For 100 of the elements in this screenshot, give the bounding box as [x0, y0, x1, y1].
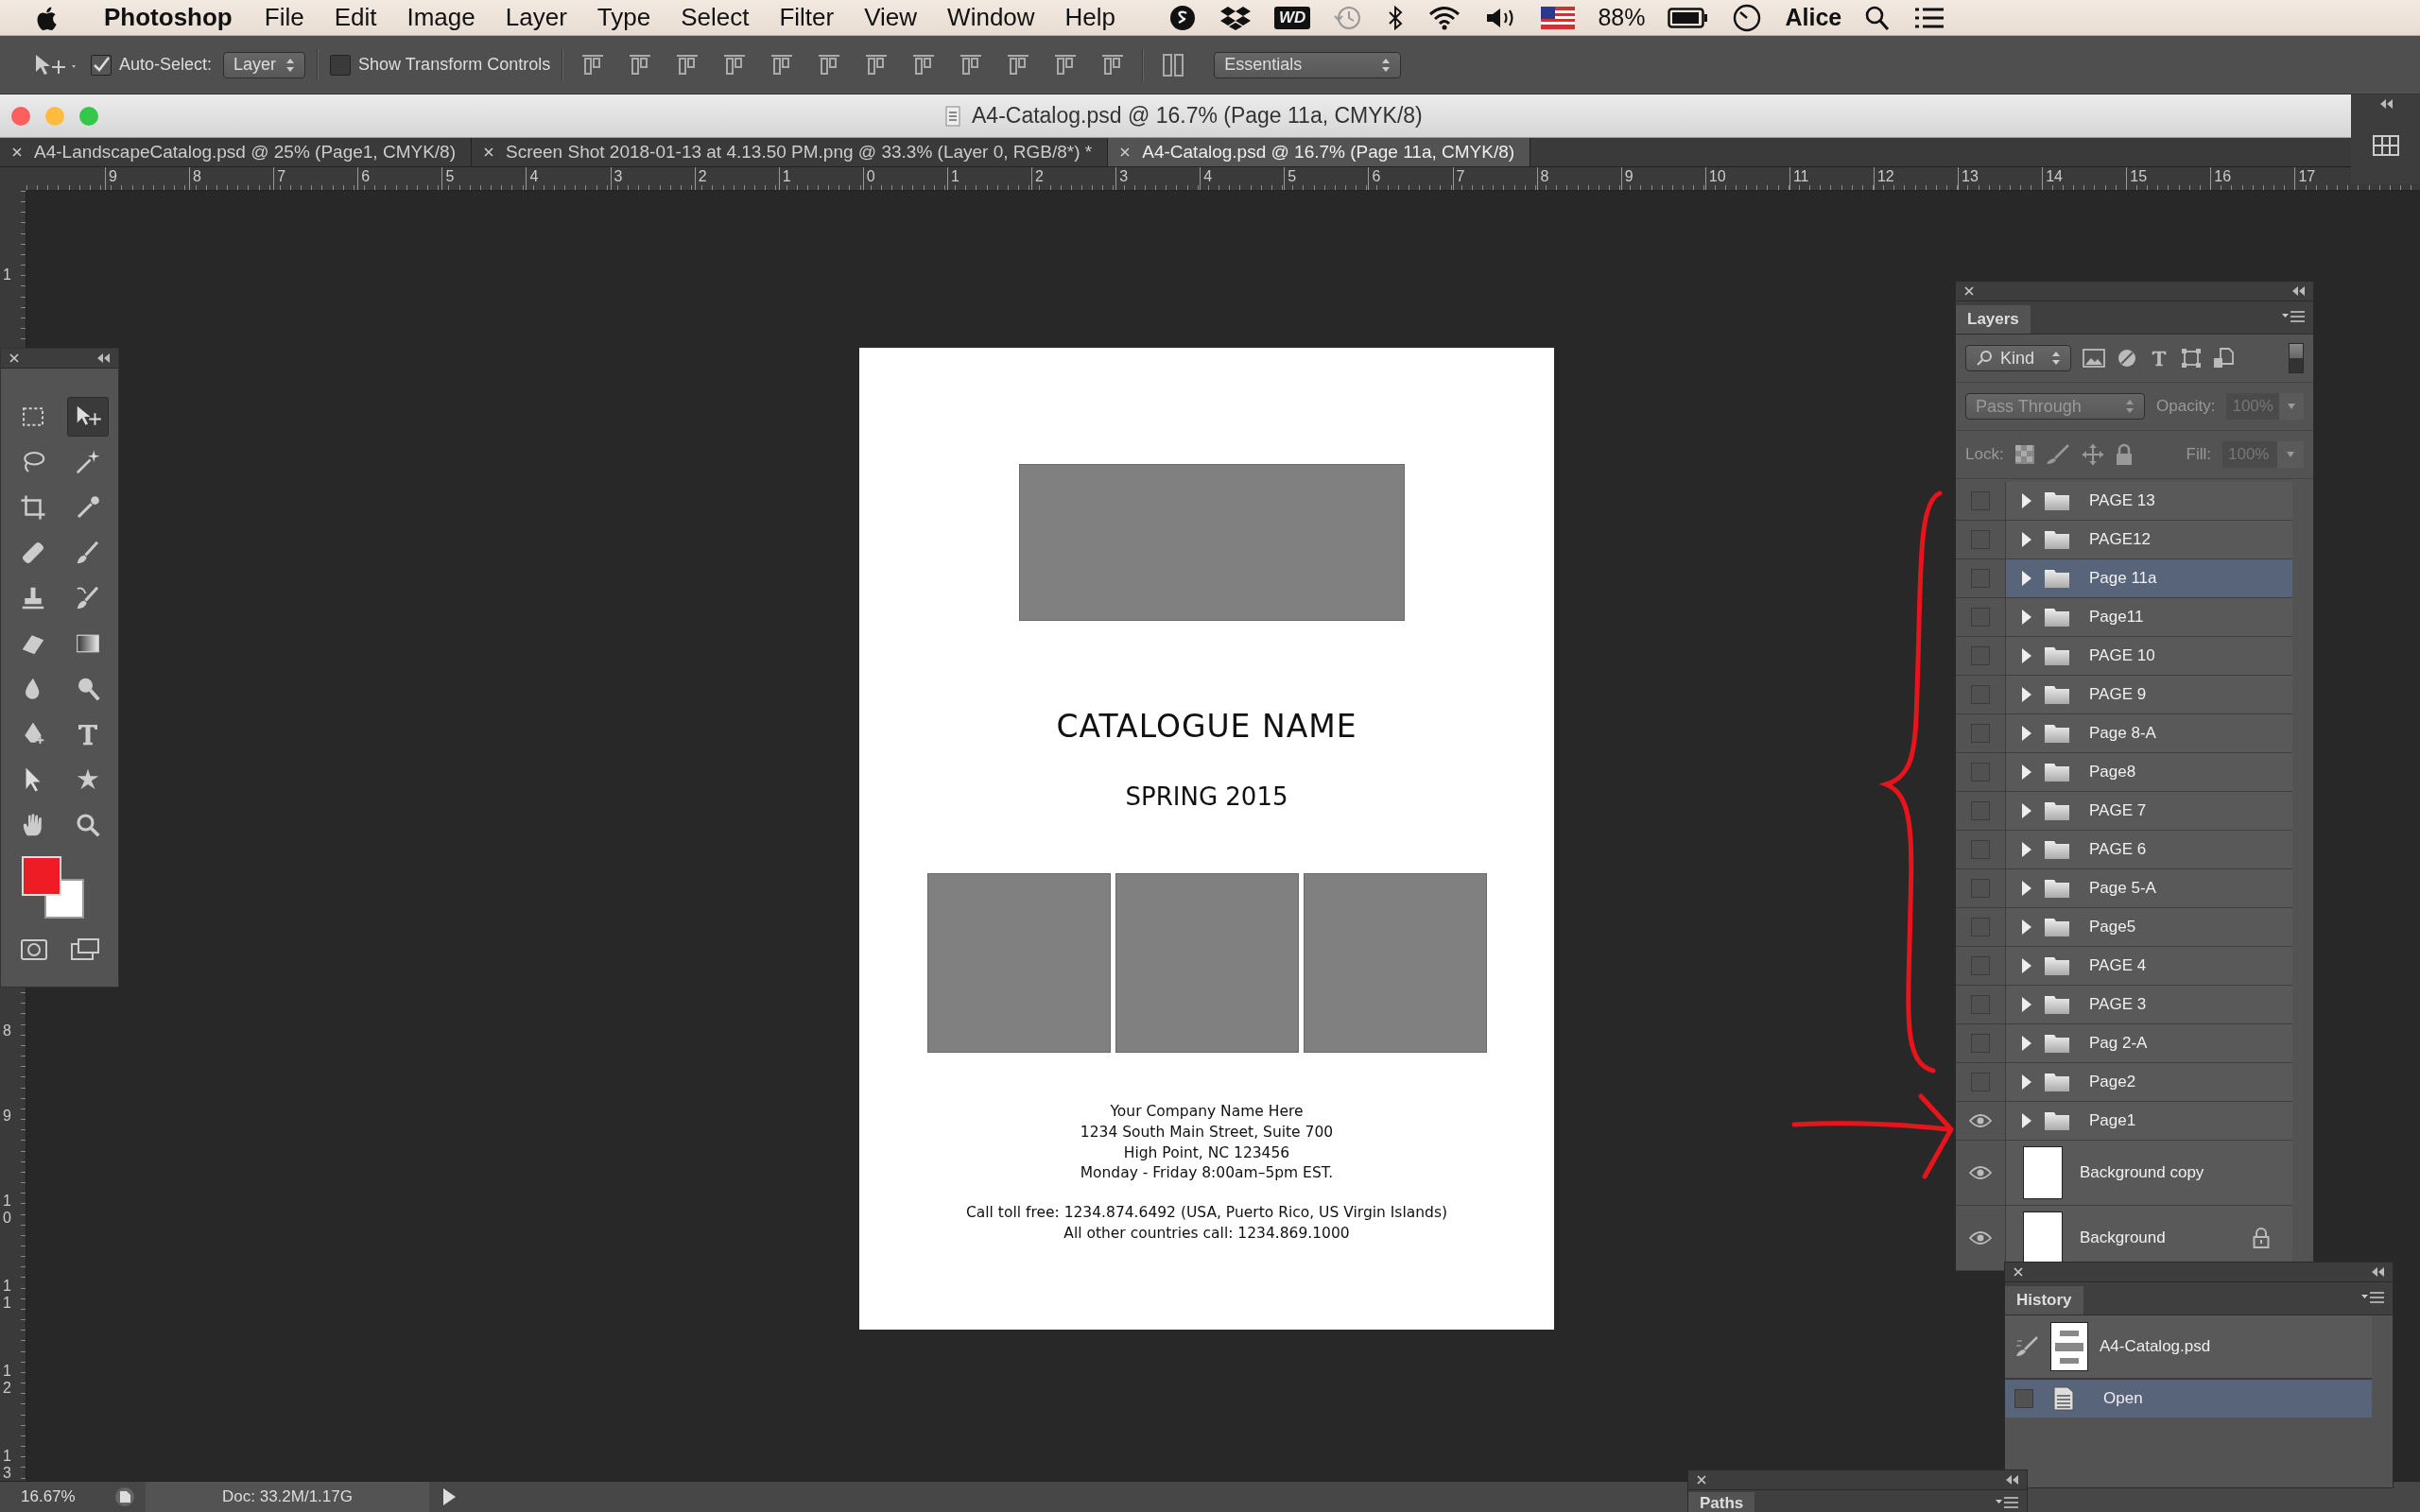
expand-triangle-icon[interactable]: [2021, 1112, 2032, 1129]
layer-row[interactable]: PAGE 3: [1956, 986, 2292, 1024]
expand-triangle-icon[interactable]: [2021, 647, 2032, 664]
transform-controls-checkbox[interactable]: [330, 54, 352, 76]
layer-row[interactable]: PAGE 7: [1956, 792, 2292, 831]
menu-item[interactable]: Help: [1064, 3, 1116, 32]
quick-mask-icon[interactable]: [19, 937, 48, 962]
expand-triangle-icon[interactable]: [2021, 725, 2032, 742]
layer-row[interactable]: PAGE 9: [1956, 676, 2292, 714]
eye-icon[interactable]: [1969, 1230, 1992, 1246]
layers-tab[interactable]: Layers: [1956, 305, 2031, 334]
close-icon[interactable]: [1119, 146, 1132, 158]
menu-item[interactable]: File: [264, 3, 304, 32]
auto-select-dropdown[interactable]: Layer: [223, 51, 306, 78]
expand-triangle-icon[interactable]: [2021, 764, 2032, 781]
smart-object-filter-icon[interactable]: [2213, 347, 2234, 369]
lock-icon[interactable]: [2115, 443, 2133, 466]
flag-icon[interactable]: [1541, 6, 1576, 29]
export-icon[interactable]: [113, 1486, 136, 1508]
distribute-icon[interactable]: [1161, 51, 1186, 78]
image-filter-icon[interactable]: [2083, 348, 2105, 369]
layer-row[interactable]: PAGE 10: [1956, 637, 2292, 676]
close-icon[interactable]: [11, 146, 23, 158]
menu-item[interactable]: Edit: [334, 3, 377, 32]
expand-triangle-icon[interactable]: [2021, 1074, 2032, 1091]
skype-icon[interactable]: [1168, 3, 1198, 32]
collapse-icon[interactable]: [2370, 1266, 2385, 1278]
expand-triangle-icon[interactable]: [2021, 880, 2032, 897]
document-info[interactable]: Doc: 33.2M/1.17G: [146, 1482, 429, 1512]
auto-select-checkbox[interactable]: [91, 54, 112, 76]
layer-row[interactable]: Page 8-A: [1956, 714, 2292, 753]
expand-triangle-icon[interactable]: [2021, 802, 2032, 819]
collapse-icon[interactable]: [2004, 1474, 2019, 1486]
history-snapshot[interactable]: A4-Catalog.psd: [2005, 1315, 2372, 1380]
layer-row[interactable]: Page2: [1956, 1063, 2292, 1102]
screen-mode-icon[interactable]: [69, 937, 100, 962]
expand-triangle-icon[interactable]: [2021, 609, 2032, 626]
expand-triangle-icon[interactable]: [2021, 531, 2032, 548]
expand-triangle-icon[interactable]: [2021, 1035, 2032, 1052]
expand-triangle-icon[interactable]: [2021, 957, 2032, 974]
close-icon[interactable]: [9, 352, 20, 364]
color-swatches-icon[interactable]: [22, 856, 84, 919]
layer-row[interactable]: Page 5-A: [1956, 869, 2292, 908]
expand-triangle-icon[interactable]: [2021, 492, 2032, 509]
menu-item[interactable]: Layer: [505, 3, 567, 32]
layer-row[interactable]: Pag 2-A: [1956, 1024, 2292, 1063]
collapse-icon[interactable]: [95, 352, 111, 364]
panel-menu-icon[interactable]: [2281, 310, 2306, 325]
brush-icon[interactable]: [2045, 444, 2070, 465]
layer-row[interactable]: Page11: [1956, 598, 2292, 637]
layer-row[interactable]: Background copy: [1956, 1141, 2292, 1206]
close-icon[interactable]: [2013, 1266, 2024, 1278]
close-icon[interactable]: [483, 146, 494, 158]
history-step[interactable]: Open: [2005, 1380, 2372, 1418]
menu-item[interactable]: Image: [406, 3, 475, 32]
menu-item[interactable]: Type: [596, 3, 651, 32]
layer-row[interactable]: Page1: [1956, 1102, 2292, 1141]
move-tool-icon[interactable]: [67, 397, 109, 437]
menu-item[interactable]: Window: [947, 3, 1035, 32]
layer-row[interactable]: PAGE 6: [1956, 831, 2292, 869]
grid-icon[interactable]: [2371, 134, 2400, 157]
filter-kind-dropdown[interactable]: Kind: [1965, 345, 2071, 371]
workspace-dropdown[interactable]: Essentials: [1214, 51, 1402, 78]
expand-triangle-icon[interactable]: [2021, 686, 2032, 703]
menu-item[interactable]: Select: [681, 3, 750, 32]
eye-icon[interactable]: [1969, 1165, 1992, 1180]
panel-menu-icon[interactable]: [1995, 1496, 2019, 1509]
history-tab[interactable]: History: [2005, 1286, 2083, 1314]
history-brush-icon[interactable]: [2014, 1335, 2039, 1358]
battery-icon[interactable]: [1668, 6, 1710, 29]
app-menu[interactable]: Photoshop: [104, 3, 233, 32]
expand-triangle-icon[interactable]: [2021, 996, 2032, 1013]
opacity-dropdown-button[interactable]: [2278, 393, 2304, 420]
adjustment-filter-icon[interactable]: [2117, 348, 2137, 369]
layer-row[interactable]: Page8: [1956, 753, 2292, 792]
menu-item[interactable]: Filter: [779, 3, 835, 32]
panel-menu-icon[interactable]: [2360, 1291, 2385, 1306]
close-icon[interactable]: [1696, 1474, 1707, 1486]
layer-row[interactable]: PAGE 13: [1956, 482, 2292, 521]
move-arrows-icon[interactable]: [2081, 443, 2104, 466]
layer-row[interactable]: Page 11a: [1956, 559, 2292, 598]
zoom-level[interactable]: 16.67%: [0, 1487, 104, 1506]
filter-toggle[interactable]: [2289, 343, 2304, 373]
menu-item[interactable]: View: [864, 3, 918, 32]
shape-filter-icon[interactable]: [2181, 348, 2202, 369]
paths-tab[interactable]: Paths: [1688, 1492, 1755, 1512]
layer-row[interactable]: PAGE12: [1956, 521, 2292, 559]
document-tab[interactable]: A4-Catalog.psd @ 16.7% (Page 11a, CMYK/8): [1108, 138, 1531, 166]
user-name[interactable]: Alice: [1785, 4, 1842, 31]
collapse-icon[interactable]: [2290, 285, 2306, 297]
eye-icon[interactable]: [1969, 1113, 1992, 1128]
expand-triangle-icon[interactable]: [2021, 570, 2032, 587]
lock-pixels-icon[interactable]: [2014, 445, 2034, 464]
clock-icon[interactable]: [1732, 2, 1763, 33]
expand-triangle-icon[interactable]: [2021, 841, 2032, 858]
expand-triangle-icon[interactable]: [2021, 919, 2032, 936]
close-icon[interactable]: [1963, 285, 1975, 297]
drive-badge[interactable]: WD: [1274, 6, 1311, 29]
layer-row[interactable]: Page5: [1956, 908, 2292, 947]
layer-row[interactable]: PAGE 4: [1956, 947, 2292, 986]
